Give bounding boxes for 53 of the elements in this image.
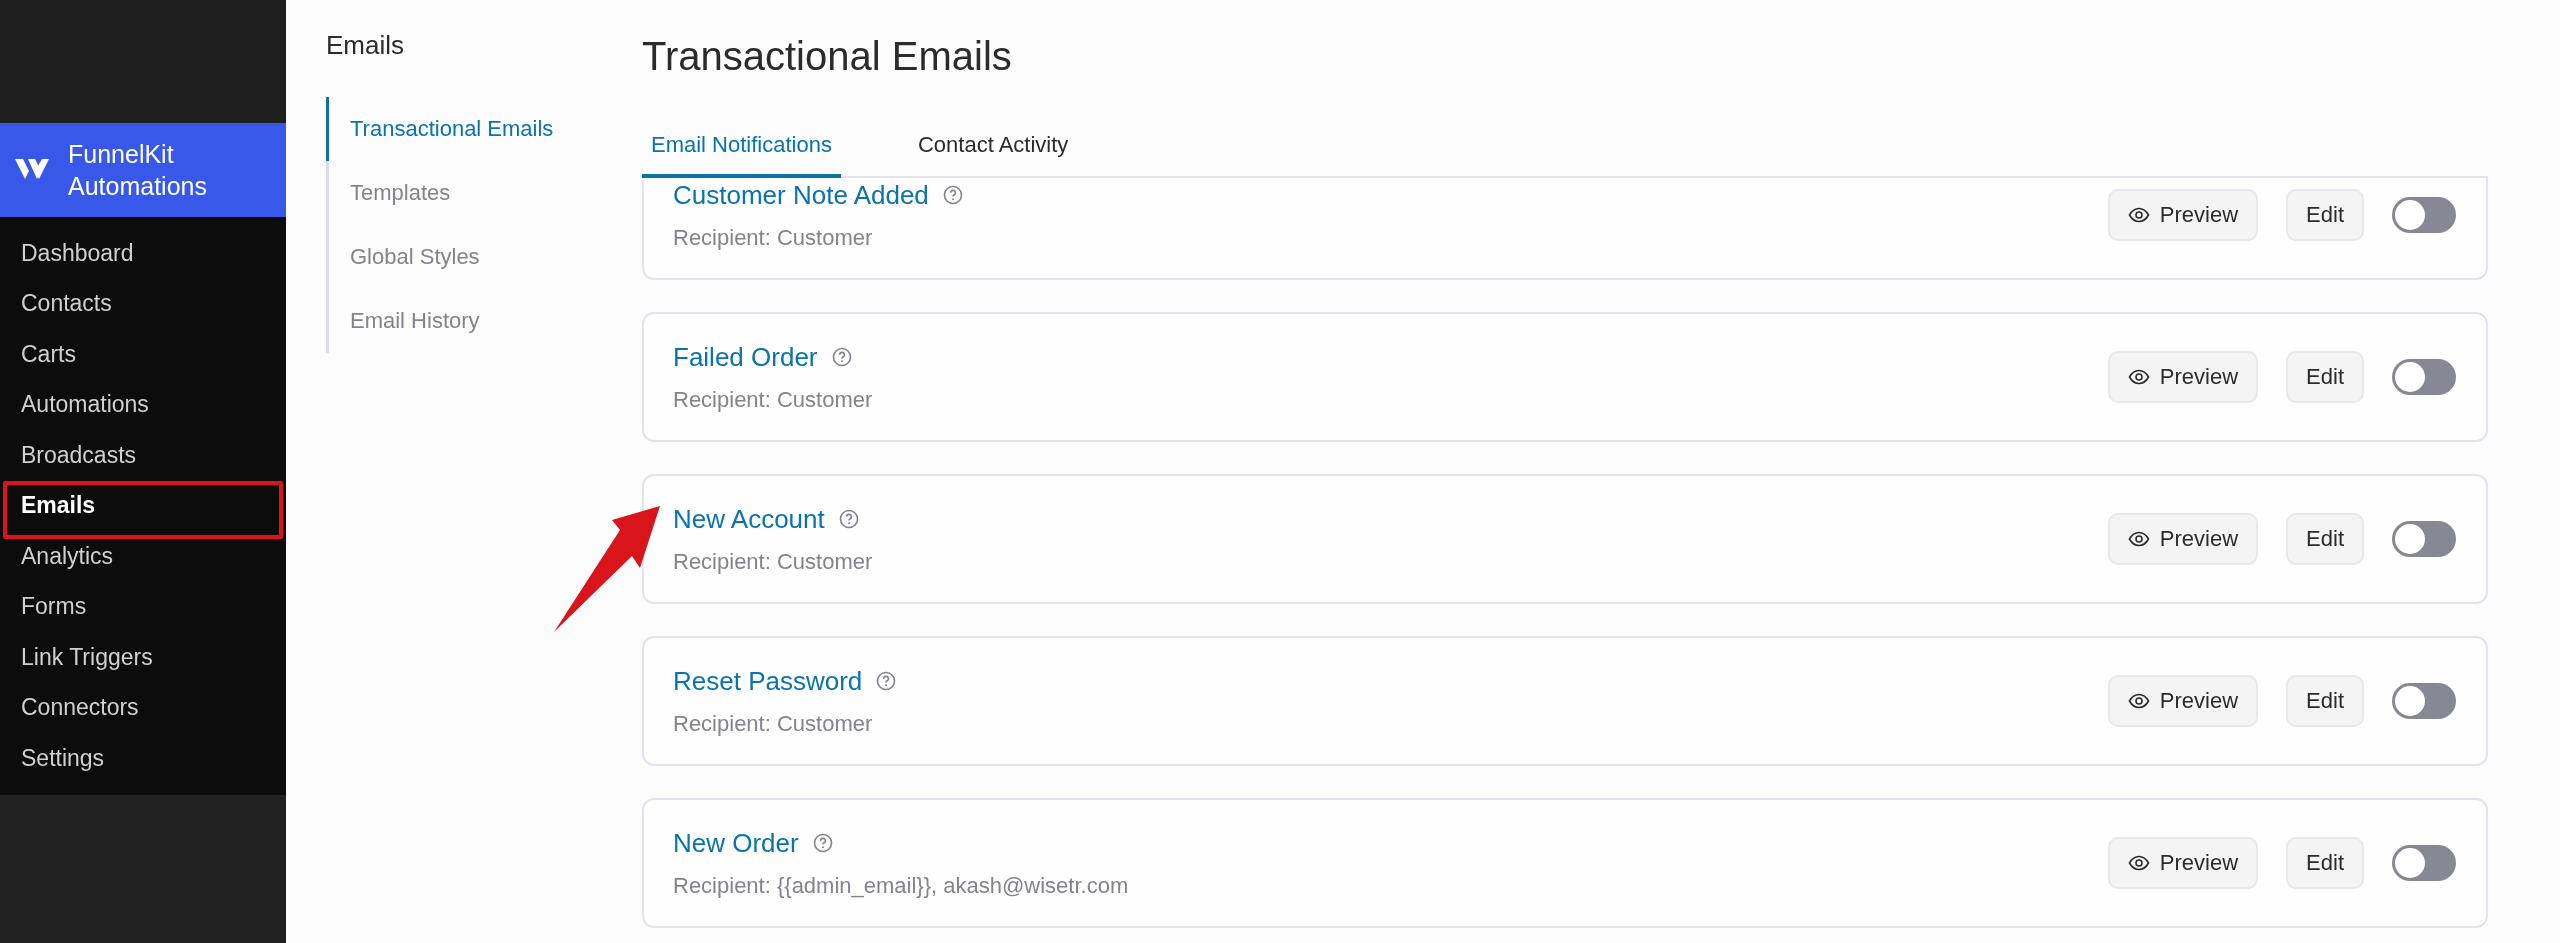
sidebar-item[interactable]: Link Triggers: [21, 643, 153, 671]
email-title[interactable]: New Account: [673, 503, 825, 535]
toggle-switch[interactable]: [2392, 845, 2456, 881]
submenu-item[interactable]: Templates: [326, 161, 554, 225]
eye-icon: [2127, 531, 2150, 547]
sidebar-item[interactable]: Dashboard: [21, 239, 134, 267]
email-title[interactable]: Failed Order: [673, 341, 818, 373]
sidebar-item[interactable]: Settings: [21, 744, 105, 772]
edit-button[interactable]: Edit: [2286, 513, 2364, 565]
eye-icon: [2127, 369, 2150, 385]
edit-button[interactable]: Edit: [2286, 837, 2364, 889]
eye-icon: [2127, 693, 2150, 709]
toggle-switch[interactable]: [2392, 521, 2456, 557]
help-icon: [831, 347, 852, 367]
preview-button[interactable]: Preview: [2107, 351, 2259, 403]
page-title: Transactional Emails: [642, 34, 1013, 80]
edit-button[interactable]: Edit: [2286, 189, 2364, 241]
section-heading: Emails: [326, 30, 405, 61]
sidebar-item[interactable]: Contacts: [21, 290, 112, 318]
sidebar-item[interactable]: Analytics: [21, 542, 114, 570]
help-icon: [838, 509, 859, 529]
email-title[interactable]: Reset Password: [673, 665, 863, 697]
toggle-switch[interactable]: [2392, 359, 2456, 395]
sidebar-item[interactable]: Carts: [21, 340, 76, 368]
sidebar-item[interactable]: Broadcasts: [21, 441, 137, 469]
preview-button[interactable]: Preview: [2107, 837, 2259, 889]
toggle-switch[interactable]: [2392, 683, 2456, 719]
help-icon: [812, 833, 833, 853]
sidebar-item[interactable]: Forms: [21, 593, 87, 621]
help-icon: [876, 671, 897, 691]
eye-icon: [2127, 207, 2150, 223]
sidebar-item[interactable]: Automations: [21, 391, 149, 419]
sidebar-item[interactable]: Emails: [21, 492, 96, 520]
sidebar-item[interactable]: Connectors: [21, 694, 139, 722]
tab[interactable]: Contact Activity: [908, 126, 1078, 178]
help-icon: [942, 185, 963, 205]
email-title[interactable]: Customer Note Added: [673, 179, 929, 211]
edit-button[interactable]: Edit: [2286, 351, 2364, 403]
submenu-item[interactable]: Global Styles: [326, 225, 554, 289]
preview-button[interactable]: Preview: [2107, 675, 2259, 727]
edit-button[interactable]: Edit: [2286, 675, 2364, 727]
submenu-item[interactable]: Email History: [326, 289, 554, 353]
preview-button[interactable]: Preview: [2107, 189, 2259, 241]
eye-icon: [2127, 855, 2150, 871]
toggle-switch[interactable]: [2392, 197, 2456, 233]
recipient-text: Recipient: Customer: [673, 386, 874, 413]
preview-button[interactable]: Preview: [2107, 513, 2259, 565]
recipient-text: Recipient: Customer: [673, 224, 874, 251]
recipient-text: Recipient: Customer: [673, 710, 874, 737]
recipient-text: Recipient: Customer: [673, 548, 874, 575]
submenu-item[interactable]: Transactional Emails: [326, 97, 554, 161]
recipient-text: Recipient: {{admin_email}}, akash@wisetr.com: [673, 872, 1130, 899]
email-title[interactable]: New Order: [673, 827, 799, 859]
